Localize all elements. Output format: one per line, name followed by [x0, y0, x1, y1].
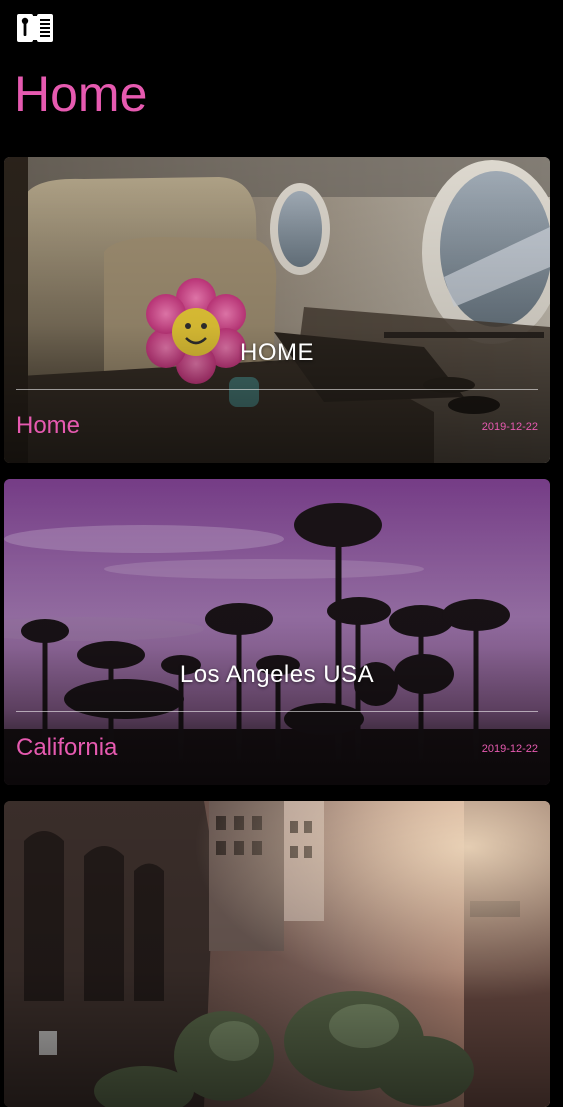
top-bar	[0, 0, 563, 60]
feed-card[interactable]	[4, 801, 550, 1107]
book-menu-icon[interactable]	[16, 12, 54, 44]
card-category-link[interactable]: California	[16, 734, 117, 762]
card-overlay	[4, 801, 550, 1107]
card-date: 2019-12-22	[481, 743, 538, 755]
card-overlay	[4, 157, 550, 463]
card-headline: Los Angeles USA	[179, 661, 375, 688]
card-divider	[16, 711, 538, 712]
card-date: 2019-12-22	[481, 421, 538, 433]
feed-card[interactable]: Los Angeles USA California 2019-12-22	[4, 479, 550, 785]
card-feed: HOME Home 2019-12-22 Los Angeles USA Cal…	[4, 157, 550, 1107]
feed-card[interactable]: HOME Home 2019-12-22	[4, 157, 550, 463]
card-headline: HOME	[240, 339, 314, 366]
card-divider	[16, 389, 538, 390]
card-category-link[interactable]: Home	[16, 412, 80, 440]
page-title: Home	[14, 66, 148, 122]
